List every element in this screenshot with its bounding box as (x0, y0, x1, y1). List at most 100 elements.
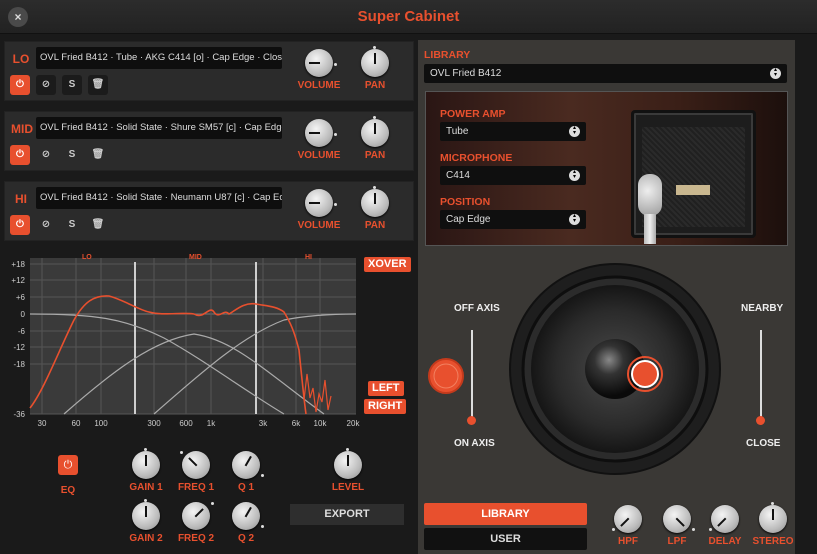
volume-knob[interactable]: VOLUME (297, 116, 341, 168)
power-amp-select[interactable]: Tube ▴ ▾ (440, 122, 586, 141)
band-label: HI (15, 192, 27, 206)
freq-tick: 600 (179, 419, 193, 428)
pan-knob[interactable]: PAN (353, 46, 397, 98)
tab-library[interactable]: LIBRARY (424, 503, 587, 525)
band-mic-name[interactable]: OVL Fried B412 · Tube · AKG C414 [o] · C… (36, 47, 282, 69)
power-button[interactable]: ⏻ (10, 215, 30, 235)
freq1-knob[interactable]: FREQ 1 (174, 448, 218, 500)
db-tick: -12 (13, 343, 25, 352)
axis-slider-track[interactable] (471, 330, 473, 420)
chevron-updown-icon: ▴ ▾ (770, 67, 781, 79)
solo-button[interactable]: S (62, 145, 82, 165)
eq-display[interactable]: LO MID HI +18 +12 +6 0 -6 -12 -18 -36 30… (4, 250, 411, 430)
band-label: LO (12, 52, 30, 66)
trash-button[interactable]: 🗑 (88, 75, 108, 95)
eq-band-marker: MID (189, 254, 202, 261)
lpf-knob[interactable]: LPF (655, 502, 699, 554)
phase-icon: ⊘ (41, 149, 51, 160)
app-title: Super Cabinet (357, 8, 460, 25)
band-label: MID (11, 122, 33, 136)
pan-knob[interactable]: PAN (353, 116, 397, 168)
gain2-knob[interactable]: GAIN 2 (124, 499, 168, 551)
freq-tick: 10k (314, 419, 328, 428)
eq-plot-bg (30, 258, 356, 414)
speaker-cone[interactable] (508, 262, 722, 476)
q1-knob[interactable]: Q 1 (224, 448, 268, 500)
freq-tick: 100 (94, 419, 108, 428)
power-icon: ⏻ (63, 459, 73, 471)
cabinet-badge (676, 185, 710, 195)
freq-tick: 30 (38, 419, 47, 428)
band-mic-name[interactable]: OVL Fried B412 · Solid State · Neumann U… (36, 187, 282, 209)
band-hi: HI OVL Fried B412 · Solid State · Neuman… (4, 181, 414, 241)
position-select[interactable]: Cap Edge ▴ ▾ (440, 210, 586, 229)
trash-icon: 🗑 (91, 149, 105, 160)
gain1-knob[interactable]: GAIN 1 (124, 448, 168, 500)
cabinet-select-value: OVL Fried B412 (430, 68, 502, 79)
phase-icon: ⊘ (41, 79, 51, 90)
library-panel: LIBRARY OVL Fried B412 ▴ ▾ POWER AMP Tube… (418, 40, 795, 554)
microphone-value: C414 (446, 170, 470, 181)
left-channel-button[interactable]: LEFT (368, 381, 404, 396)
trash-button[interactable]: 🗑 (88, 215, 108, 235)
band-lo: LO OVL Fried B412 · Tube · AKG C414 [o] … (4, 41, 414, 101)
trash-button[interactable]: 🗑 (88, 145, 108, 165)
chevron-updown-icon: ▴ ▾ (569, 169, 580, 181)
freq2-knob[interactable]: FREQ 2 (174, 499, 218, 551)
power-icon: ⏻ (16, 149, 24, 160)
power-amp-value: Tube (446, 126, 469, 137)
position-value: Cap Edge (446, 214, 491, 225)
phase-button[interactable]: ⊘ (36, 75, 56, 95)
right-channel-button[interactable]: RIGHT (364, 399, 407, 414)
distance-slider-track[interactable] (760, 330, 762, 420)
microphone-select[interactable]: C414 ▴ ▾ (440, 166, 586, 185)
cabinet-photo: POWER AMP Tube ▴ ▾ MICROPHONE C414 ▴ ▾ POS… (425, 91, 788, 246)
cabinet-select[interactable]: OVL Fried B412 ▴ ▾ (424, 64, 787, 83)
band-mid: MID OVL Fried B412 · Solid State · Shure… (4, 111, 414, 171)
freq-tick: 60 (72, 419, 81, 428)
solo-button[interactable]: S (62, 75, 82, 95)
eq-power-button[interactable]: ⏻ (58, 455, 78, 475)
phase-button[interactable]: ⊘ (36, 145, 56, 165)
level-knob[interactable]: LEVEL (326, 448, 370, 500)
axis-slider-handle[interactable] (467, 416, 476, 425)
pan-knob[interactable]: PAN (353, 186, 397, 238)
title-bar: × Super Cabinet (0, 0, 817, 34)
position-label: POSITION (440, 196, 491, 208)
solo-button[interactable]: S (62, 215, 82, 235)
db-tick: +12 (11, 276, 25, 285)
stereo-knob[interactable]: STEREO (751, 502, 795, 554)
mic-position-handle[interactable] (631, 360, 659, 388)
chevron-updown-icon: ▴ ▾ (569, 213, 580, 225)
phase-button[interactable]: ⊘ (36, 215, 56, 235)
volume-knob[interactable]: VOLUME (297, 46, 341, 98)
xover-button[interactable]: XOVER (364, 257, 411, 272)
export-button[interactable]: EXPORT (290, 504, 404, 525)
band-mic-name[interactable]: OVL Fried B412 · Solid State · Shure SM5… (36, 117, 282, 139)
trash-icon: 🗑 (91, 79, 105, 90)
power-button[interactable]: ⏻ (10, 145, 30, 165)
chevron-updown-icon: ▴ ▾ (569, 125, 580, 137)
db-tick: 0 (21, 310, 26, 319)
freq-tick: 1k (207, 419, 216, 428)
power-button[interactable]: ⏻ (10, 75, 30, 95)
tab-user[interactable]: USER (424, 528, 587, 550)
hpf-knob[interactable]: HPF (606, 502, 650, 554)
mic-angle-handle[interactable] (426, 356, 466, 396)
db-tick: +18 (11, 260, 25, 269)
on-axis-label: ON AXIS (454, 438, 495, 449)
distance-slider-handle[interactable] (756, 416, 765, 425)
freq-tick: 6k (292, 419, 301, 428)
eq-band-marker: HI (305, 254, 312, 261)
microphone-label: MICROPHONE (440, 152, 513, 164)
freq-tick: 20k (347, 419, 361, 428)
library-title: LIBRARY (424, 49, 471, 61)
q2-knob[interactable]: Q 2 (224, 499, 268, 551)
nearby-label: NEARBY (741, 303, 784, 314)
db-tick: +6 (16, 293, 26, 302)
delay-knob[interactable]: DELAY (703, 502, 747, 554)
trash-icon: 🗑 (91, 219, 105, 230)
volume-knob[interactable]: VOLUME (297, 186, 341, 238)
power-icon: ⏻ (16, 79, 24, 90)
freq-tick: 300 (147, 419, 161, 428)
